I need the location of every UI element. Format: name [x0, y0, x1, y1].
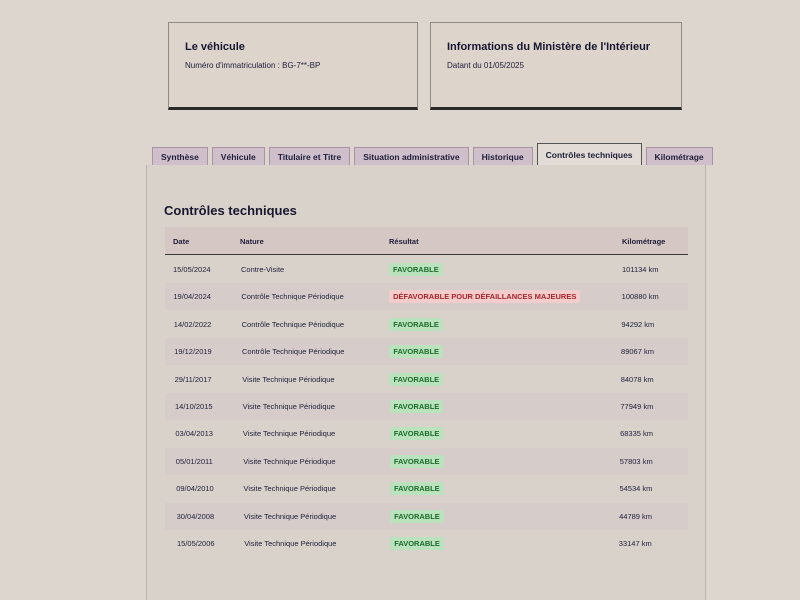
table-row: 05/01/2011 Visite Technique Périodique FAV…: [165, 447, 688, 475]
row-mileage: 68335 km: [620, 429, 654, 439]
row-nature: Visite Technique Périodique: [244, 539, 337, 548]
row-date: 09/04/2010: [176, 484, 214, 494]
table-row: 15/05/2006 Visite Technique Périodique FAV…: [165, 530, 688, 557]
table-row: 14/10/2015 Visite Technique Périodique FAV…: [165, 393, 688, 420]
table-header: Date Nature Résultat Kilométrage: [165, 227, 688, 255]
row-nature: Contre-Visite: [241, 265, 285, 274]
result-badge: FAVORABLE: [390, 509, 444, 523]
tab-situation-administrative[interactable]: Situation administrative: [354, 147, 469, 165]
column-header-date: Date: [173, 237, 190, 246]
ministry-card-title: Informations du Ministère de l'Intérieur: [447, 41, 651, 53]
vehicle-card: Le véhicule Numéro d'immatriculation : B…: [168, 22, 418, 110]
row-nature: Contrôle Technique Périodique: [241, 292, 344, 302]
result-badge: FAVORABLE: [389, 317, 443, 331]
tab-historique[interactable]: Historique: [472, 147, 533, 165]
tab-controles-techniques[interactable]: Contrôles techniques: [536, 143, 642, 165]
row-date: 03/04/2013: [175, 429, 213, 439]
row-mileage: 54534 km: [619, 484, 653, 494]
row-mileage: 89067 km: [621, 347, 654, 357]
row-nature: Contrôle Technique Périodique: [241, 347, 345, 357]
tab-titulaire[interactable]: Titulaire et Titre: [268, 147, 351, 165]
result-badge: FAVORABLE: [389, 454, 444, 468]
ministry-card: Informations du Ministère de l'Intérieur…: [430, 22, 682, 110]
table-row: 19/12/2019 Contrôle Technique Périodique F…: [165, 338, 688, 366]
data-date: Datant du 01/05/2025: [447, 61, 524, 70]
row-nature: Visite Technique Périodique: [242, 374, 335, 384]
row-nature: Visite Technique Périodique: [243, 511, 337, 521]
table-row: 29/11/2017 Visite Technique Périodique FAV…: [165, 366, 688, 393]
row-date: 14/02/2022: [173, 319, 212, 329]
row-mileage: 101134 km: [622, 265, 659, 274]
section-title: Contrôles techniques: [164, 203, 297, 218]
registration-number: Numéro d'immatriculation : BG-7**-BP: [185, 61, 321, 70]
table-row: 19/04/2024 Contrôle Technique Périodique D…: [165, 283, 688, 311]
row-nature: Visite Technique Périodique: [243, 484, 336, 494]
tab-synthese[interactable]: Synthèse: [152, 147, 208, 165]
tab-vehicule[interactable]: Véhicule: [211, 147, 265, 165]
row-mileage: 100880 km: [621, 292, 659, 302]
row-mileage: 77949 km: [620, 402, 654, 411]
row-nature: Contrôle Technique Périodique: [241, 319, 345, 329]
result-badge: FAVORABLE: [389, 372, 444, 386]
row-date: 05/01/2011: [175, 456, 213, 466]
result-badge: FAVORABLE: [389, 427, 444, 441]
row-mileage: 94292 km: [621, 319, 655, 329]
table-row: 14/02/2022 Contrôle Technique Périodique F…: [165, 311, 688, 338]
table-row: 15/05/2024 Contre-Visite FAVORABLE 101134 k…: [165, 256, 688, 283]
row-date: 19/04/2024: [173, 292, 211, 302]
result-badge: FAVORABLE: [389, 482, 444, 496]
row-nature: Visite Technique Périodique: [243, 456, 336, 466]
tab-bar: Synthèse Véhicule Titulaire et Titre Sit…: [152, 143, 717, 165]
table-row: 09/04/2010 Visite Technique Périodique FAV…: [165, 475, 688, 502]
result-badge: FAVORABLE: [390, 537, 444, 550]
result-badge: FAVORABLE: [389, 263, 443, 276]
table-row: 03/04/2013 Visite Technique Périodique FAV…: [165, 420, 688, 447]
row-mileage: 84078 km: [620, 374, 654, 384]
result-badge: DÉFAVORABLE POUR DÉFAILLANCES MAJEURES: [389, 290, 581, 304]
controles-panel: Contrôles techniques Date Nature Résulta…: [146, 165, 706, 600]
row-date: 30/04/2008: [176, 511, 215, 521]
row-nature: Visite Technique Périodique: [242, 429, 336, 439]
row-mileage: 44789 km: [619, 511, 653, 521]
row-date: 15/05/2006: [177, 539, 215, 548]
column-header-result: Résultat: [389, 237, 419, 246]
row-mileage: 57803 km: [619, 456, 653, 466]
row-date: 19/12/2019: [174, 347, 212, 357]
result-badge: FAVORABLE: [389, 345, 444, 359]
column-header-mileage: Kilométrage: [622, 237, 666, 246]
row-date: 15/05/2024: [173, 265, 211, 274]
row-date: 14/10/2015: [175, 402, 213, 411]
vehicle-card-title: Le véhicule: [185, 41, 245, 53]
row-mileage: 33147 km: [618, 539, 652, 548]
row-nature: Visite Technique Périodique: [242, 402, 335, 411]
result-badge: FAVORABLE: [389, 400, 444, 413]
row-date: 29/11/2017: [174, 374, 212, 384]
table-row: 30/04/2008 Visite Technique Périodique FAV…: [165, 502, 688, 530]
tab-kilometrage[interactable]: Kilométrage: [645, 147, 713, 165]
column-header-nature: Nature: [240, 237, 264, 246]
